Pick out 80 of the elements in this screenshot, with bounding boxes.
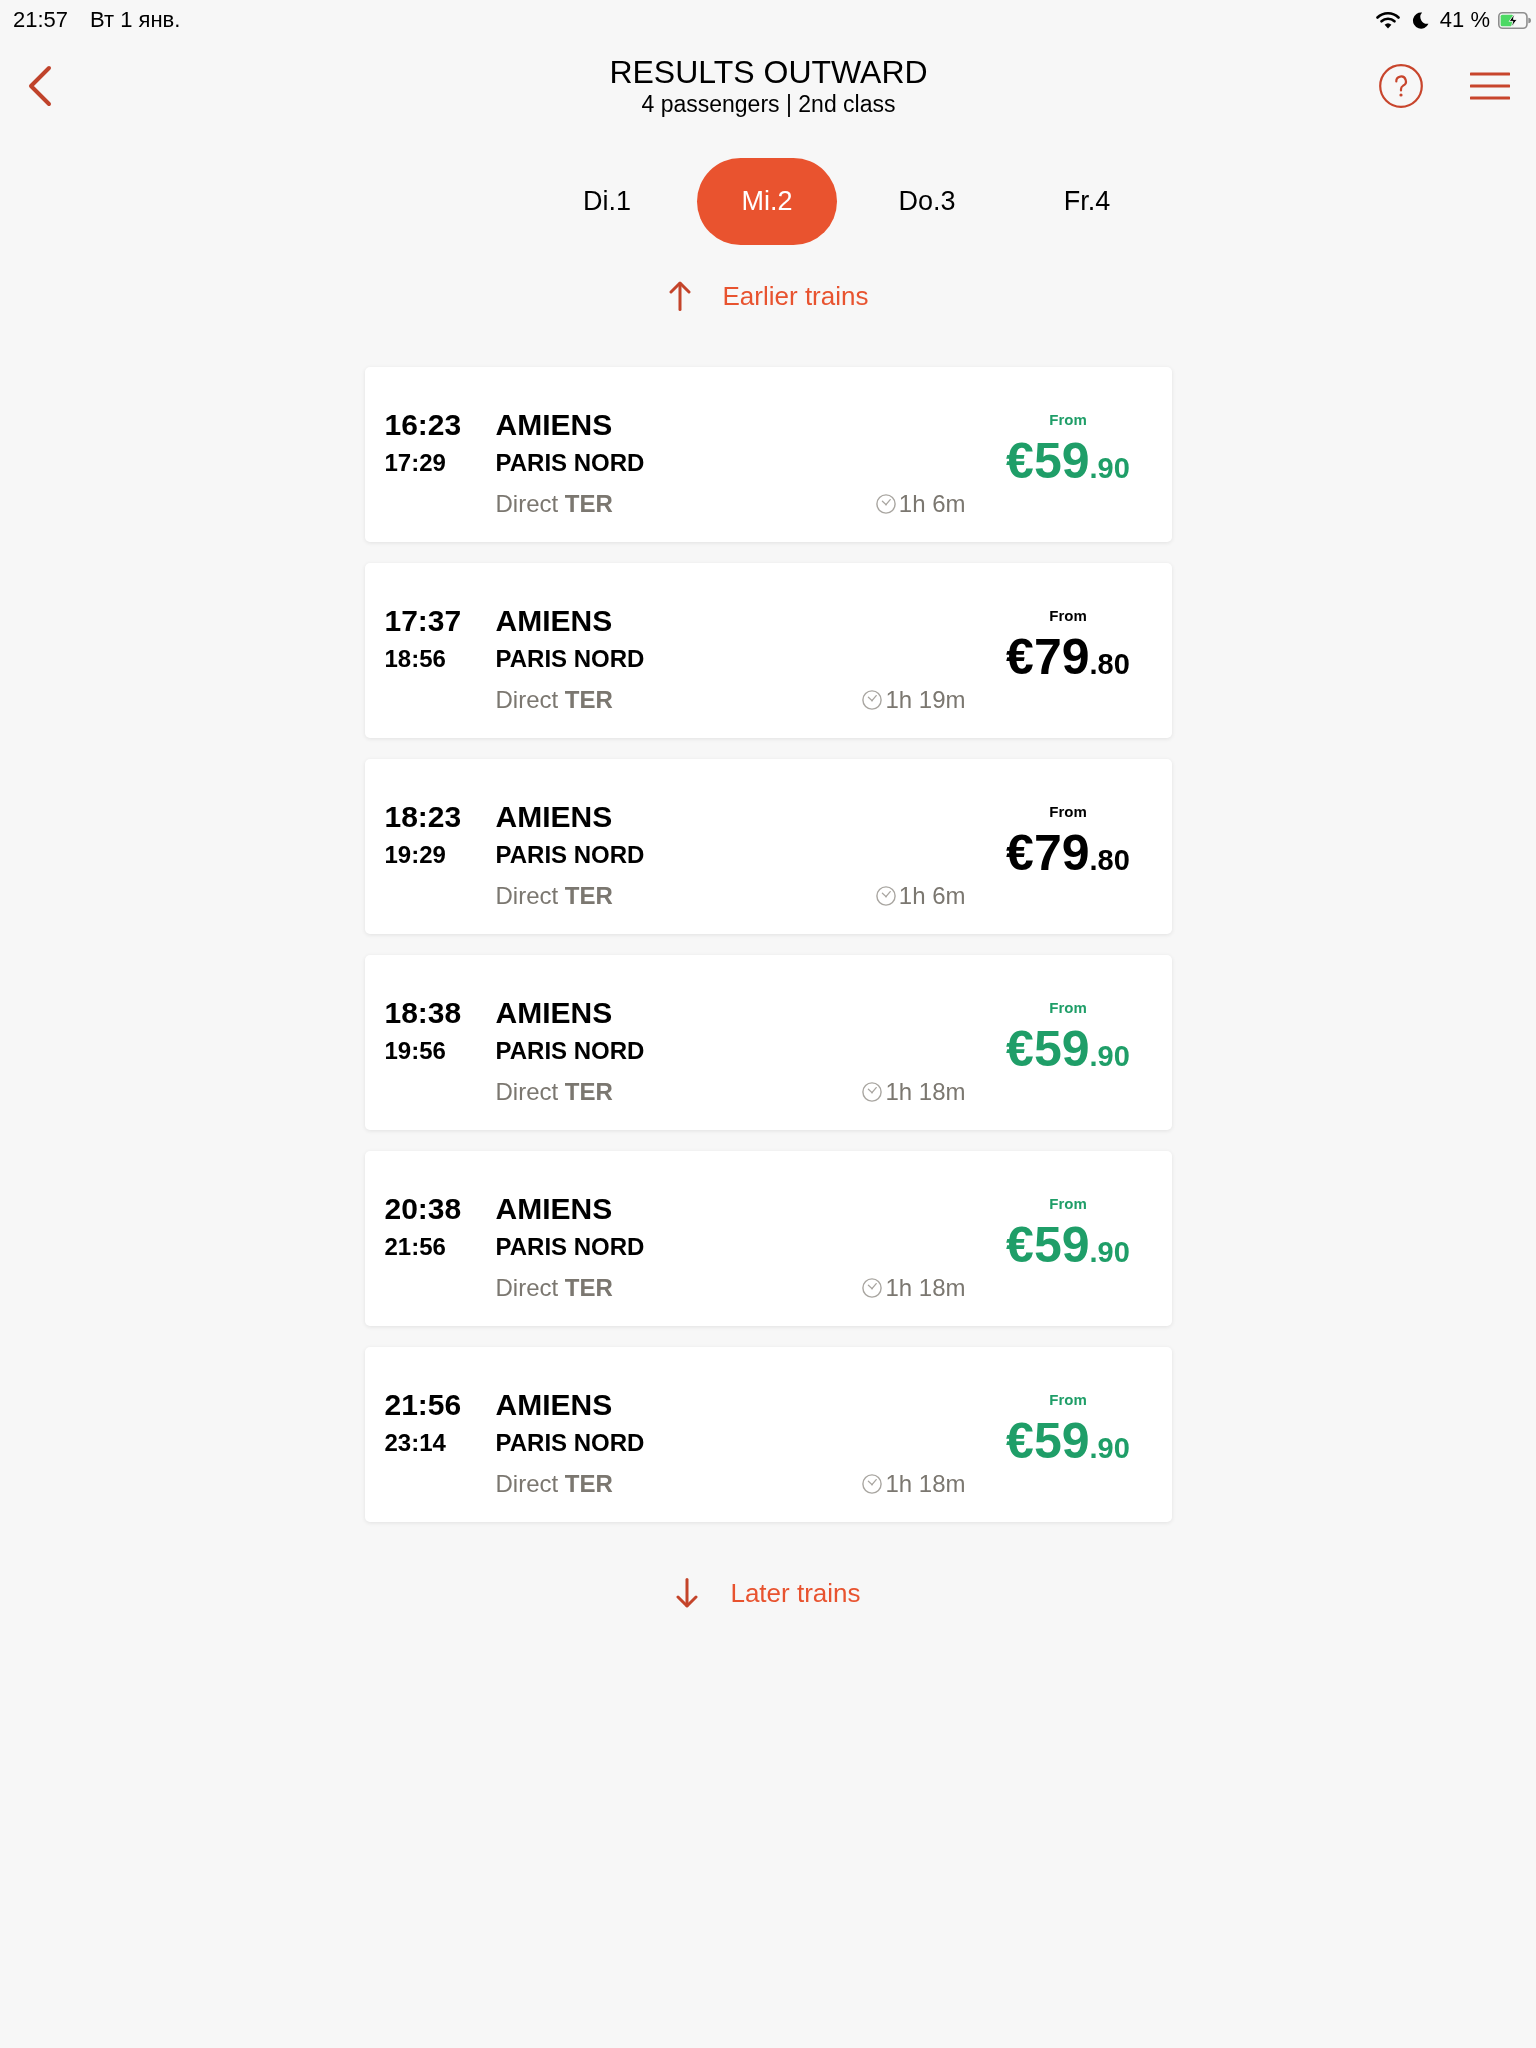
destination-station: PARIS NORD xyxy=(495,1428,646,1458)
destination-station: PARIS NORD xyxy=(495,1232,646,1262)
page-subtitle: 4 passengers | 2nd class xyxy=(641,90,896,118)
price: €79.80 xyxy=(1006,828,1130,883)
page-title: RESULTS OUTWARD xyxy=(609,54,928,90)
price: €79.80 xyxy=(1006,632,1130,687)
arrival-time: 21:56 xyxy=(384,1232,447,1262)
train-card[interactable]: 17:37 AMIENS 18:56 PARIS NORD Direct TER 1h 19m From €79.80 xyxy=(364,563,1172,738)
train-card[interactable]: 18:38 AMIENS 19:56 PARIS NORD Direct TER 1h 18m From €59.90 xyxy=(364,955,1172,1130)
price-label: From xyxy=(1049,606,1087,626)
departure-time: 17:37 xyxy=(384,603,463,639)
day-tab[interactable]: Do.3 xyxy=(857,158,997,245)
clock-icon xyxy=(875,494,896,514)
battery-percent: 41 % xyxy=(1439,7,1490,33)
duration: 1h 19m xyxy=(885,685,966,715)
day-tab[interactable]: Mi.2 xyxy=(697,158,837,245)
destination-station: PARIS NORD xyxy=(495,840,646,870)
service-type: Direct TER xyxy=(495,1273,613,1303)
service-type: Direct TER xyxy=(495,1469,613,1499)
service-type: Direct TER xyxy=(495,1077,613,1107)
arrival-time: 19:56 xyxy=(384,1036,447,1066)
arrival-time: 18:56 xyxy=(384,644,447,674)
departure-time: 16:23 xyxy=(384,407,463,443)
price-label: From xyxy=(1049,802,1087,822)
origin-station: AMIENS xyxy=(495,407,614,443)
duration: 1h 6m xyxy=(898,489,966,519)
departure-time: 20:38 xyxy=(384,1191,463,1227)
arrival-time: 17:29 xyxy=(384,448,447,478)
train-card[interactable]: 20:38 AMIENS 21:56 PARIS NORD Direct TER 1h 18m From €59.90 xyxy=(364,1151,1172,1326)
clock-icon xyxy=(862,1278,883,1298)
origin-station: AMIENS xyxy=(495,1387,614,1423)
clock-icon xyxy=(862,690,883,710)
price-label: From xyxy=(1049,410,1087,430)
service-type: Direct TER xyxy=(495,489,613,519)
arrow-down-icon xyxy=(675,1578,700,1608)
departure-time: 18:23 xyxy=(384,799,463,835)
duration: 1h 18m xyxy=(885,1273,966,1303)
duration: 1h 18m xyxy=(885,1077,966,1107)
price-label: From xyxy=(1049,1194,1087,1214)
departure-time: 18:38 xyxy=(384,995,463,1031)
menu-icon xyxy=(1470,72,1510,100)
duration: 1h 18m xyxy=(885,1469,966,1499)
back-button[interactable] xyxy=(27,65,53,107)
day-tab[interactable]: Di.1 xyxy=(537,158,677,245)
wifi-icon xyxy=(1375,11,1400,29)
battery-icon xyxy=(1498,11,1532,29)
train-card[interactable]: 21:56 AMIENS 23:14 PARIS NORD Direct TER 1h 18m From €59.90 xyxy=(364,1347,1172,1522)
clock-icon xyxy=(862,1474,883,1494)
menu-button[interactable] xyxy=(1470,72,1510,100)
status-date: Вт 1 янв. xyxy=(90,7,181,33)
duration: 1h 6m xyxy=(898,881,966,911)
service-type: Direct TER xyxy=(495,881,613,911)
destination-station: PARIS NORD xyxy=(495,644,646,674)
help-button[interactable] xyxy=(1379,64,1423,108)
train-card[interactable]: 18:23 AMIENS 19:29 PARIS NORD Direct TER 1h 6m From €79.80 xyxy=(364,759,1172,934)
day-tab[interactable]: Fr.4 xyxy=(1017,158,1157,245)
service-type: Direct TER xyxy=(495,685,613,715)
price: €59.90 xyxy=(1006,436,1130,491)
price-label: From xyxy=(1049,998,1087,1018)
price: €59.90 xyxy=(1006,1416,1130,1471)
arrival-time: 19:29 xyxy=(384,840,447,870)
origin-station: AMIENS xyxy=(495,1191,614,1227)
departure-time: 21:56 xyxy=(384,1387,463,1423)
arrow-up-icon xyxy=(667,281,692,311)
destination-station: PARIS NORD xyxy=(495,1036,646,1066)
help-icon xyxy=(1379,64,1423,108)
origin-station: AMIENS xyxy=(495,995,614,1031)
clock-icon xyxy=(862,1082,883,1102)
clock-icon xyxy=(875,886,896,906)
price: €59.90 xyxy=(1006,1220,1130,1275)
status-time: 21:57 xyxy=(13,7,69,33)
origin-station: AMIENS xyxy=(495,603,614,639)
back-chevron-icon xyxy=(27,65,53,107)
origin-station: AMIENS xyxy=(495,799,614,835)
arrival-time: 23:14 xyxy=(384,1428,447,1458)
moon-icon xyxy=(1411,11,1429,29)
train-card[interactable]: 16:23 AMIENS 17:29 PARIS NORD Direct TER 1h 6m From €59.90 xyxy=(364,367,1172,542)
price-label: From xyxy=(1049,1390,1087,1410)
destination-station: PARIS NORD xyxy=(495,448,646,478)
price: €59.90 xyxy=(1006,1024,1130,1079)
